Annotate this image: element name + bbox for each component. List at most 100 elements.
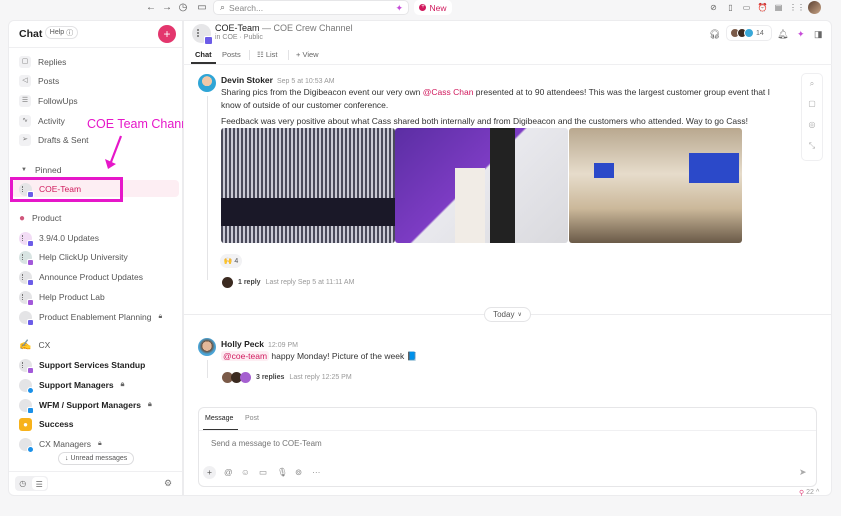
raised-hands-icon: 🙌 <box>223 258 233 265</box>
reply-avatars <box>222 372 251 383</box>
section-cx[interactable]: ✍ CX <box>19 338 50 352</box>
channel-help-clickup-university[interactable]: Help ClickUp University <box>19 250 128 266</box>
channel-success[interactable]: ● Success <box>19 417 74 431</box>
ai-sparkle-icon[interactable]: ✦ <box>797 29 805 40</box>
alarm-clock-icon[interactable]: ⏰ <box>757 2 768 13</box>
new-chat-button[interactable]: + <box>158 25 176 43</box>
megaphone-icon: ◁ <box>19 75 31 87</box>
add-attachment-button[interactable]: + <box>203 466 216 479</box>
send-icon[interactable]: ➤ <box>799 467 807 478</box>
sidebar-item-drafts-sent[interactable]: ➢ Drafts & Sent <box>19 133 89 147</box>
headphones-icon[interactable]: 🎧︎ <box>709 29 720 40</box>
app-grid-icon[interactable]: ⋮⋮ <box>789 2 805 13</box>
tab-separator <box>249 50 250 60</box>
members-button[interactable]: 14 <box>726 25 772 41</box>
comment-icon[interactable]: ▢ <box>802 99 822 108</box>
channel-icon <box>19 310 34 326</box>
lock-icon: 🔒︎ <box>148 401 152 408</box>
chevron-up-icon: ^ <box>815 489 820 496</box>
annotation-label: COE Team Channel <box>87 117 198 131</box>
channel-icon <box>19 250 34 266</box>
emoji-icon[interactable]: ☺ <box>241 467 250 477</box>
sidebar-item-replies[interactable]: ▢ Replies <box>19 55 66 69</box>
user-avatar-holly-peck[interactable] <box>198 338 216 356</box>
thread-replies[interactable]: 3 replies Last reply 12:25 PM <box>222 372 352 383</box>
notepad-icon[interactable]: ▯ <box>725 2 736 13</box>
reaction-button[interactable]: 🙌 4 <box>220 254 242 268</box>
document-icon[interactable]: ▤ <box>773 2 784 13</box>
search-placeholder: Search... <box>229 2 264 13</box>
channel-title[interactable]: COE-Team — COE Crew Channel <box>215 23 353 33</box>
channel-product-enablement-planning[interactable]: Product Enablement Planning 🔒︎ <box>19 310 162 326</box>
composer-tab-message[interactable]: Message <box>205 415 233 422</box>
thread-replies[interactable]: 1 reply Last reply Sep 5 at 11:11 AM <box>222 277 354 288</box>
message-text: Sharing pics from the Digibeacon event o… <box>221 86 791 112</box>
sidebar-item-followups[interactable]: ☰ FollowUps <box>19 94 78 108</box>
search-icon[interactable]: ⌕ <box>802 79 822 89</box>
photo-conference-room[interactable] <box>569 128 742 243</box>
tab-chat[interactable]: Chat <box>195 50 212 59</box>
view-toggle[interactable]: ◷ ☰ <box>15 476 48 491</box>
channel-help-product-lab[interactable]: Help Product Lab <box>19 290 105 306</box>
attachment-icon[interactable]: ⊚ <box>295 467 302 478</box>
channel-icon <box>19 378 34 394</box>
tab-list[interactable]: ☷ List <box>257 50 277 59</box>
message-author[interactable]: Holly Peck 12:09 PM <box>221 339 298 349</box>
photo-presenter-at-podium[interactable] <box>395 128 568 243</box>
pinned-section-toggle[interactable]: ▼ Pinned <box>21 165 61 175</box>
channel-support-services-standup[interactable]: Support Services Standup <box>19 358 146 374</box>
channel-support-managers[interactable]: Support Managers 🔒︎ <box>19 378 125 394</box>
bottom-notification-badge[interactable]: ⚲ 22 ^ <box>799 489 819 499</box>
channel-3-9-4-0-updates[interactable]: 3.9/4.0 Updates <box>19 231 99 247</box>
sidebar-toggle-icon[interactable]: ◨ <box>814 29 823 40</box>
check-circle-icon[interactable]: ◎ <box>802 120 822 129</box>
message-input[interactable] <box>211 439 771 448</box>
add-view-button[interactable]: + View <box>296 50 319 59</box>
date-divider-today[interactable]: Today ∨ <box>484 307 531 322</box>
text: Sharing pics from the Digibeacon event o… <box>221 87 423 97</box>
divider <box>199 430 816 431</box>
mention-link[interactable]: @Cass Chan <box>423 87 474 97</box>
help-button[interactable]: Help ⓘ <box>45 26 78 39</box>
history-icon[interactable]: ◷ <box>177 2 189 14</box>
check-circle-icon[interactable]: ⊘ <box>708 2 719 13</box>
video-icon[interactable]: ▭ <box>741 2 752 13</box>
calendar-icon[interactable]: ▭ <box>196 2 208 14</box>
channel-cx-managers[interactable]: CX Managers 🔒︎ <box>19 437 102 453</box>
channel-label: Help Product Lab <box>39 292 105 302</box>
more-options-icon[interactable]: ··· <box>312 467 321 477</box>
mention-icon[interactable]: @ <box>224 467 233 477</box>
search-bar[interactable]: ⌕ Search... ✦ <box>213 0 409 15</box>
bell-icon[interactable]: 🔔︎ <box>777 29 788 40</box>
ai-sparkle-icon[interactable]: ✦ <box>395 3 403 14</box>
mention-chip[interactable]: @coe-team <box>221 351 270 361</box>
layout-icon[interactable]: ☰ <box>31 477 47 490</box>
collapse-icon[interactable]: ⤡ <box>802 141 822 151</box>
message-time: 12:09 PM <box>268 342 298 349</box>
channel-label: Support Services Standup <box>39 360 146 370</box>
checklist-icon: ☰ <box>19 95 31 107</box>
microphone-icon[interactable]: 🎙︎ <box>277 467 288 478</box>
tab-posts[interactable]: Posts <box>222 50 241 59</box>
new-button[interactable]: + New <box>414 0 452 15</box>
sidebar-item-activity[interactable]: ∿ Activity <box>19 114 65 128</box>
user-avatar[interactable] <box>808 1 821 14</box>
video-clip-icon[interactable]: ▭ <box>259 467 267 478</box>
text: happy Monday! Picture of the week <box>269 351 407 361</box>
message-author[interactable]: Devin Stoker Sep 5 at 10:53 AM <box>221 75 335 85</box>
composer-tab-post[interactable]: Post <box>245 415 259 422</box>
nav-label: FollowUps <box>38 96 78 106</box>
forward-arrow-icon[interactable]: → <box>161 2 173 14</box>
comment-icon: ▢ <box>19 56 31 68</box>
user-avatar-devin-stoker[interactable] <box>198 74 216 92</box>
photo-slides-on-screen[interactable] <box>221 128 395 243</box>
back-arrow-icon[interactable]: ← <box>145 2 157 14</box>
section-product[interactable]: ● Product <box>19 211 61 225</box>
lock-icon: 🔒︎ <box>120 381 125 388</box>
clock-icon[interactable]: ◷ <box>15 476 31 491</box>
gear-icon[interactable]: ⚙ <box>164 478 172 489</box>
unread-messages-button[interactable]: ↓ Unread messages <box>58 452 135 465</box>
channel-wfm-support-managers[interactable]: WFM / Support Managers 🔒︎ <box>19 398 152 414</box>
sidebar-item-posts[interactable]: ◁ Posts <box>19 74 59 88</box>
channel-announce-product-updates[interactable]: Announce Product Updates <box>19 270 143 286</box>
